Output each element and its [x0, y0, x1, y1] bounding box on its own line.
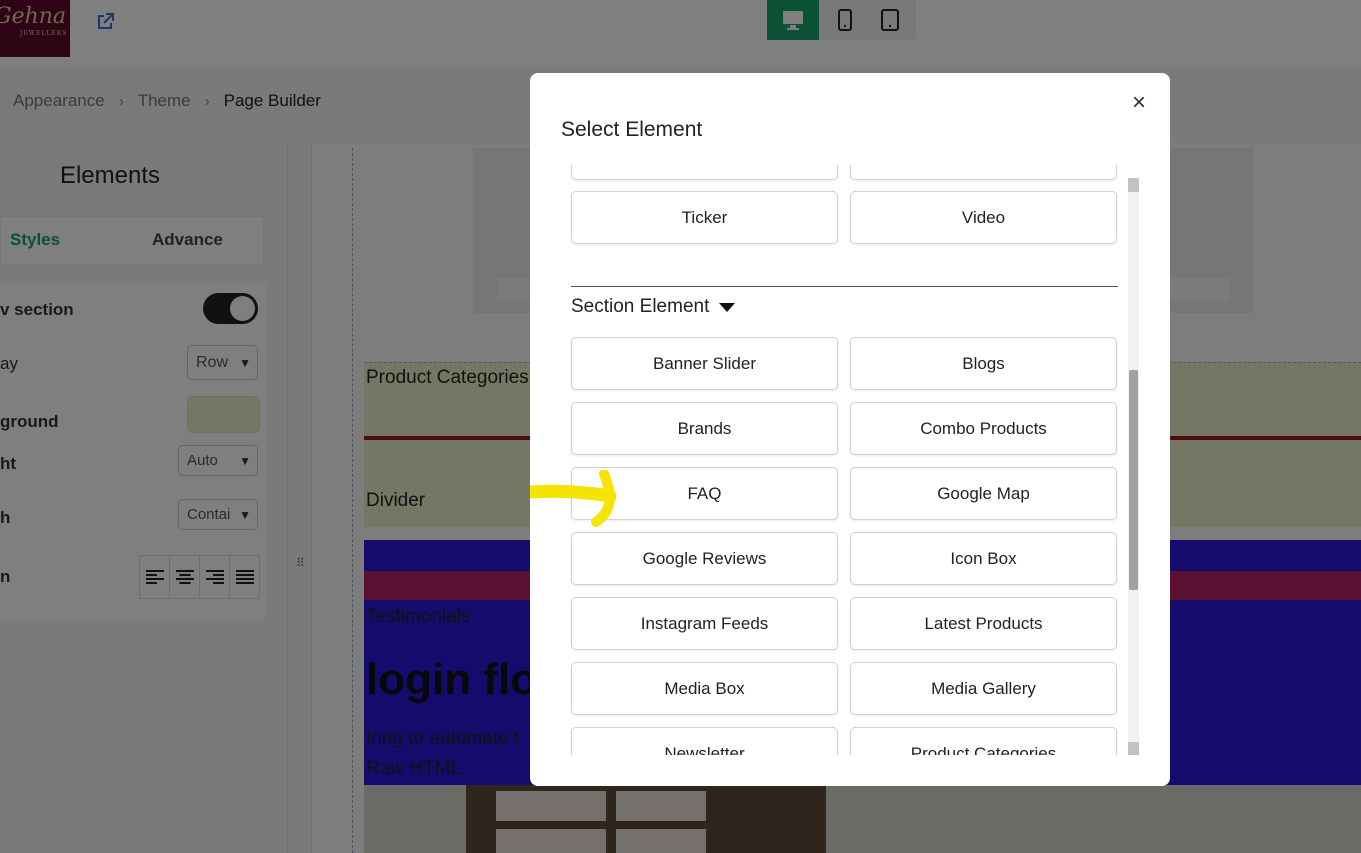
caret-down-icon	[719, 302, 736, 312]
section-element-title: Section Element	[571, 296, 710, 317]
highlight-arrow-icon	[530, 470, 617, 527]
scroll-down-arrow[interactable]	[1128, 742, 1139, 755]
close-icon[interactable]: ×	[1128, 91, 1150, 115]
element-icon-box[interactable]: Icon Box	[850, 532, 1117, 585]
element-product-categories[interactable]: Product Categories	[850, 727, 1117, 755]
element-ticker[interactable]: Ticker	[571, 191, 838, 244]
element-button[interactable]	[850, 165, 1117, 180]
scrollbar-thumb[interactable]	[1129, 370, 1138, 590]
element-button[interactable]	[571, 165, 838, 180]
element-media-gallery[interactable]: Media Gallery	[850, 662, 1117, 715]
section-element-header[interactable]: Section Element	[571, 296, 736, 318]
element-blogs[interactable]: Blogs	[850, 337, 1117, 390]
section-divider	[571, 286, 1118, 287]
modal-title: Select Element	[561, 118, 703, 141]
element-media-box[interactable]: Media Box	[571, 662, 838, 715]
element-list: Ticker Video Banner Slider Blogs Brands …	[561, 165, 1127, 755]
element-banner-slider[interactable]: Banner Slider	[571, 337, 838, 390]
element-newsletter[interactable]: Newsletter	[571, 727, 838, 755]
element-latest-products[interactable]: Latest Products	[850, 597, 1117, 650]
element-google-map[interactable]: Google Map	[850, 467, 1117, 520]
element-video[interactable]: Video	[850, 191, 1117, 244]
element-instagram-feeds[interactable]: Instagram Feeds	[571, 597, 838, 650]
element-combo-products[interactable]: Combo Products	[850, 402, 1117, 455]
element-brands[interactable]: Brands	[571, 402, 838, 455]
element-google-reviews[interactable]: Google Reviews	[571, 532, 838, 585]
scroll-up-arrow[interactable]	[1128, 178, 1139, 192]
